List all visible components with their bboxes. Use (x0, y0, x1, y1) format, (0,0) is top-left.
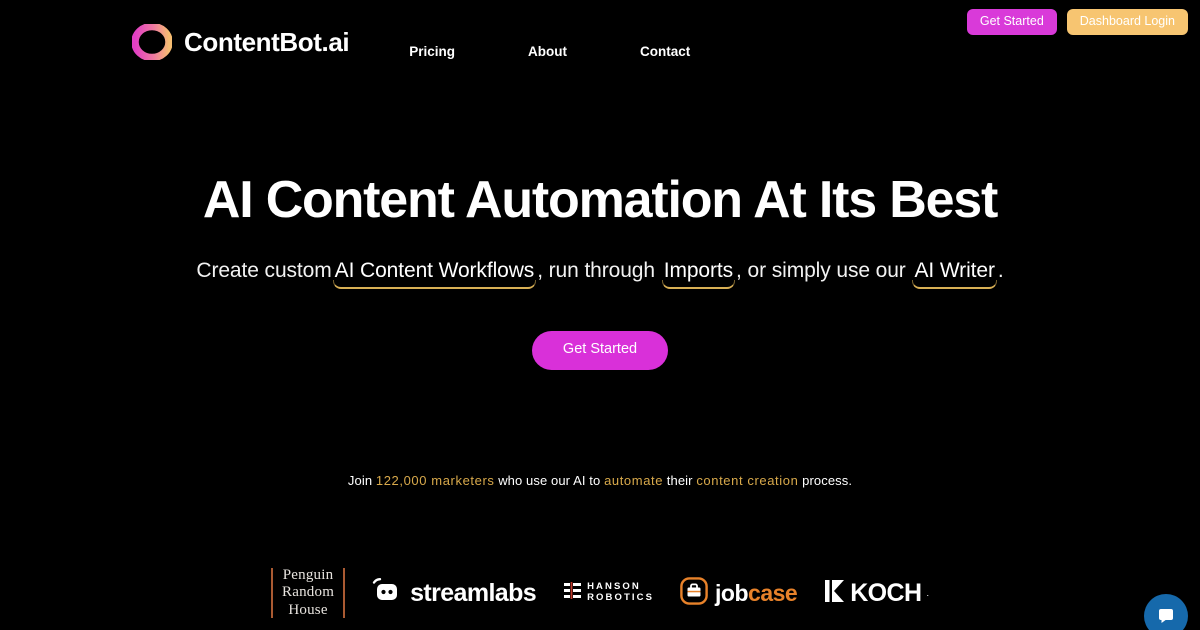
penguin-line-2: Random (282, 584, 335, 601)
koch-name: KOCH (850, 578, 922, 607)
jobcase-briefcase-icon (680, 576, 708, 610)
chat-bubble-icon (1155, 604, 1177, 629)
logo-streamlabs: streamlabs (345, 564, 537, 622)
subtitle-text-1: Create custom (196, 259, 332, 282)
koch-chevron-icon (825, 579, 845, 608)
subtitle-text-3: , or simply use our (736, 259, 906, 282)
penguin-line-1: Penguin (282, 566, 334, 583)
streamlabs-face-icon (371, 576, 401, 611)
hero-get-started-button[interactable]: Get Started (531, 331, 669, 370)
logo-koch: KOCH . (797, 564, 929, 622)
hanson-line-2: ROBOTICS (587, 592, 655, 603)
logo-hanson-robotics: HANSON ROBOTICS (536, 564, 654, 622)
penguin-rule-left (271, 567, 274, 618)
social-proof-part-3: their (666, 473, 693, 488)
nav-item-pricing[interactable]: Pricing (399, 38, 465, 65)
brand-name: ContentBot.ai (184, 27, 350, 57)
jobcase-name-part-2: case (748, 579, 798, 606)
brand-logo[interactable]: ContentBot.ai (132, 24, 350, 60)
subtitle-text-4: . (997, 259, 1004, 282)
logo-jobcase: jobcase (654, 564, 798, 622)
koch-trademark: . (926, 588, 929, 598)
auth-bar: Get Started Dashboard Login (966, 9, 1188, 36)
jobcase-name: jobcase (715, 579, 798, 607)
social-proof-text: Join 122,000 marketers who use our AI to… (0, 473, 1200, 488)
subtitle-text-2: , run through (537, 259, 655, 282)
nav-item-about[interactable]: About (518, 38, 577, 65)
social-proof-count: 122,000 marketers (375, 473, 495, 488)
nav-item-contact[interactable]: Contact (630, 38, 700, 65)
gradient-ring-icon (132, 24, 172, 60)
social-proof-content-creation: content creation (696, 473, 799, 488)
link-imports[interactable]: Imports (661, 259, 736, 282)
social-proof-part-4: process. (802, 473, 853, 488)
social-proof-automate: automate (604, 473, 664, 488)
landing-page: Get Started Dashboard Login ContentBot.a… (0, 0, 1200, 630)
chat-widget-button[interactable] (1144, 594, 1188, 630)
social-proof-part-1: Join (347, 473, 373, 488)
social-proof-part-2: who use our AI to (498, 473, 601, 488)
header-get-started-button[interactable]: Get Started (966, 9, 1057, 36)
jobcase-name-part-1: job (715, 579, 749, 606)
penguin-line-3: House (288, 601, 328, 618)
hero-subtitle: Create custom AI Content Workflows, run t… (0, 257, 1200, 284)
penguin-rule-right (343, 567, 346, 618)
link-ai-writer[interactable]: AI Writer (911, 259, 997, 282)
link-ai-content-workflows[interactable]: AI Content Workflows (332, 259, 538, 282)
cta-container: Get Started (0, 331, 1200, 370)
logo-penguin-random-house: Penguin Random House (271, 564, 346, 622)
client-logo-strip: Penguin Random House streamlabs HANSON R… (0, 562, 1200, 624)
streamlabs-name: streamlabs (410, 578, 537, 607)
dashboard-login-button[interactable]: Dashboard Login (1066, 9, 1188, 36)
main-nav: Pricing About Contact (399, 24, 700, 65)
page-title: AI Content Automation At Its Best (202, 171, 998, 229)
hanson-grid-icon (564, 582, 582, 604)
